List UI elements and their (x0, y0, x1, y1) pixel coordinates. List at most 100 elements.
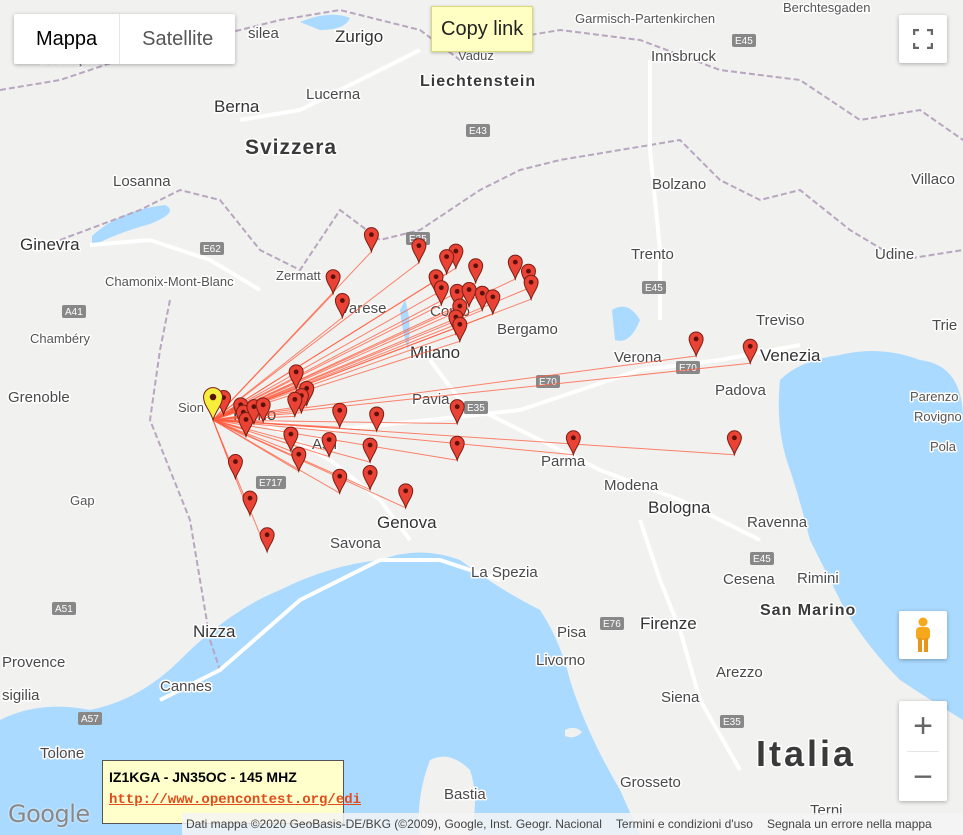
place-ginevra: Ginevra (20, 235, 80, 254)
zoom-control: + − (899, 701, 947, 801)
svg-text:A41: A41 (65, 307, 83, 318)
place-milano: Milano (410, 343, 460, 362)
place-villaco: Villaco (911, 171, 955, 188)
station-info-title: IZ1KGA - JN35OC - 145 MHZ (109, 769, 297, 785)
place-firenze: Firenze (640, 614, 697, 633)
place-bastia: Bastia (444, 786, 486, 803)
place-innsbruck: Innsbruck (651, 48, 717, 65)
place-pavia: Pavia (412, 391, 450, 408)
svg-text:E45: E45 (735, 36, 753, 47)
road-shield: A41 (62, 305, 86, 318)
road-shield: E35 (464, 401, 488, 414)
google-logo[interactable]: Google (8, 800, 90, 828)
svg-text:A57: A57 (81, 714, 99, 725)
place-trie: Trie (932, 317, 957, 334)
place-rovigno: Rovigno (914, 409, 962, 424)
map-canvas[interactable]: silea Zurigo Berna Lucerna Losanna Ginev… (0, 0, 963, 835)
zoom-out-button[interactable]: − (899, 752, 947, 802)
country-san-marino: San Marino (760, 602, 856, 619)
place-zermatt: Zermatt (276, 268, 321, 283)
map-type-control: Mappa Satellite (14, 14, 236, 64)
zoom-in-button[interactable]: + (899, 701, 947, 751)
place-ravenna: Ravenna (747, 514, 808, 531)
svg-text:E43: E43 (469, 126, 487, 137)
place-zurigo: Zurigo (335, 27, 383, 46)
road-shield: E45 (642, 281, 666, 294)
place-siena: Siena (661, 689, 700, 706)
country-svizzera: Svizzera (245, 136, 337, 159)
place-cannes: Cannes (160, 678, 212, 695)
place-trento: Trento (631, 246, 674, 263)
place-modena: Modena (604, 477, 659, 494)
road-shield: E70 (676, 361, 700, 374)
place-treviso: Treviso (756, 312, 805, 329)
place-berchtesgaden: Berchtesgaden (783, 0, 870, 15)
place-padova: Padova (715, 382, 767, 399)
place-rimini: Rimini (797, 570, 839, 587)
svg-text:E35: E35 (467, 403, 485, 414)
place-silea: silea (248, 25, 280, 42)
place-bergamo: Bergamo (497, 321, 558, 338)
svg-text:A51: A51 (55, 604, 73, 615)
road-shield: E45 (750, 552, 774, 565)
place-tolone: Tolone (40, 745, 84, 762)
place-nizza: Nizza (193, 622, 236, 641)
place-livorno: Livorno (536, 652, 585, 669)
station-info-link[interactable]: http://www.opencontest.org/edi (109, 792, 361, 808)
svg-text:E76: E76 (603, 619, 621, 630)
fullscreen-button[interactable] (899, 15, 947, 63)
place-bolzano: Bolzano (652, 176, 706, 193)
map-type-satellite-button[interactable]: Satellite (119, 14, 235, 64)
country-italia: Italia (756, 733, 856, 774)
map-data-attribution: Dati mappa ©2020 GeoBasis-DE/BKG (©2009)… (186, 817, 602, 831)
report-error-link[interactable]: Segnala un errore nella mappa (767, 817, 932, 831)
place-bologna: Bologna (648, 498, 711, 517)
map-attribution-bar: Dati mappa ©2020 GeoBasis-DE/BKG (©2009)… (182, 813, 963, 835)
place-grenoble: Grenoble (8, 389, 70, 406)
road-shield: E62 (200, 242, 224, 255)
map-tiles[interactable]: silea Zurigo Berna Lucerna Losanna Ginev… (0, 0, 963, 835)
road-shield: A51 (52, 602, 76, 615)
place-chambery: Chambéry (30, 331, 90, 346)
place-arezzo: Arezzo (716, 664, 763, 681)
place-provence: Provence (2, 654, 65, 671)
svg-text:E717: E717 (259, 478, 283, 489)
copy-link-button[interactable]: Copy link (431, 6, 534, 52)
place-cesena: Cesena (723, 571, 775, 588)
place-genova: Genova (377, 513, 437, 532)
road-shield: E35 (720, 715, 744, 728)
pegman-icon (916, 617, 930, 652)
svg-text:E62: E62 (203, 244, 221, 255)
place-parma: Parma (541, 453, 586, 470)
place-parenzo: Parenzo (910, 389, 958, 404)
place-pisa: Pisa (557, 624, 587, 641)
place-lucerna: Lucerna (306, 86, 361, 103)
svg-text:E70: E70 (679, 363, 697, 374)
place-sion: Sion (178, 400, 204, 415)
place-berna: Berna (214, 97, 260, 116)
place-pola: Pola (930, 439, 957, 454)
map-type-map-button[interactable]: Mappa (14, 14, 119, 64)
road-shield: E717 (256, 476, 286, 489)
svg-text:E35: E35 (723, 717, 741, 728)
street-view-pegman-button[interactable] (899, 611, 947, 659)
svg-text:E45: E45 (753, 554, 771, 565)
place-gap: Gap (70, 493, 95, 508)
place-la-spezia: La Spezia (471, 564, 538, 581)
place-chamonix: Chamonix-Mont-Blanc (105, 274, 234, 289)
place-garmisch: Garmisch-Partenkirchen (575, 11, 715, 26)
place-sigilia: sigilia (2, 687, 40, 704)
place-losanna: Losanna (113, 173, 171, 190)
svg-text:E45: E45 (645, 283, 663, 294)
road-shield: A57 (78, 712, 102, 725)
road-shield: E43 (466, 124, 490, 137)
fullscreen-icon (913, 29, 933, 49)
svg-text:E70: E70 (539, 377, 557, 388)
place-savona: Savona (330, 535, 382, 552)
country-liechtenstein: Liechtenstein (420, 73, 536, 90)
place-udine: Udine (875, 246, 914, 263)
place-venezia: Venezia (760, 346, 821, 365)
road-shield: E76 (600, 617, 624, 630)
place-grosseto: Grosseto (620, 774, 681, 791)
terms-link[interactable]: Termini e condizioni d'uso (616, 817, 753, 831)
